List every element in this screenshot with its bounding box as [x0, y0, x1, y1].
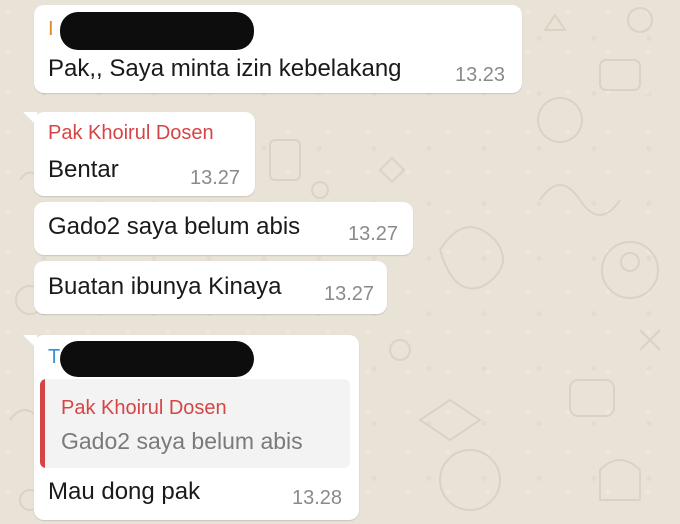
- message-time: 13.27: [348, 223, 399, 245]
- message-bubble-2[interactable]: Pak Khoirul Dosen Bentar 13.27: [34, 112, 255, 196]
- quoted-text: Gado2 saya belum abis: [61, 428, 303, 454]
- sender-name-initial: I: [48, 18, 54, 40]
- message-time: 13.27: [190, 167, 241, 189]
- quoted-sender-name: Pak Khoirul Dosen: [61, 397, 227, 419]
- message-text: Bentar: [48, 156, 119, 183]
- redacted-sender-name: [60, 341, 254, 377]
- message-time: 13.27: [324, 283, 375, 305]
- message-text: Gado2 saya belum abis: [48, 213, 301, 240]
- message-bubble-1[interactable]: I Pak,, Saya minta izin kebelakang 13.23: [34, 5, 522, 93]
- sender-name: Pak Khoirul Dosen: [48, 122, 214, 144]
- message-bubble-3[interactable]: Gado2 saya belum abis 13.27: [34, 202, 413, 255]
- message-time: 13.28: [292, 487, 343, 509]
- message-text: Buatan ibunya Kinaya: [48, 273, 282, 300]
- sender-name-initial: T: [48, 346, 61, 368]
- message-bubble-4[interactable]: Buatan ibunya Kinaya 13.27: [34, 261, 387, 314]
- message-bubble-5[interactable]: T Pak Khoirul Dosen Gado2 saya belum abi…: [34, 335, 359, 520]
- quoted-message[interactable]: Pak Khoirul Dosen Gado2 saya belum abis: [40, 379, 350, 468]
- message-time: 13.23: [455, 64, 506, 86]
- message-text: Mau dong pak: [48, 478, 201, 505]
- message-text: Pak,, Saya minta izin kebelakang: [48, 55, 402, 82]
- redacted-sender-name: [60, 12, 254, 50]
- quote-accent-bar: [40, 379, 45, 468]
- chat-background: I Pak,, Saya minta izin kebelakang 13.23…: [0, 0, 680, 524]
